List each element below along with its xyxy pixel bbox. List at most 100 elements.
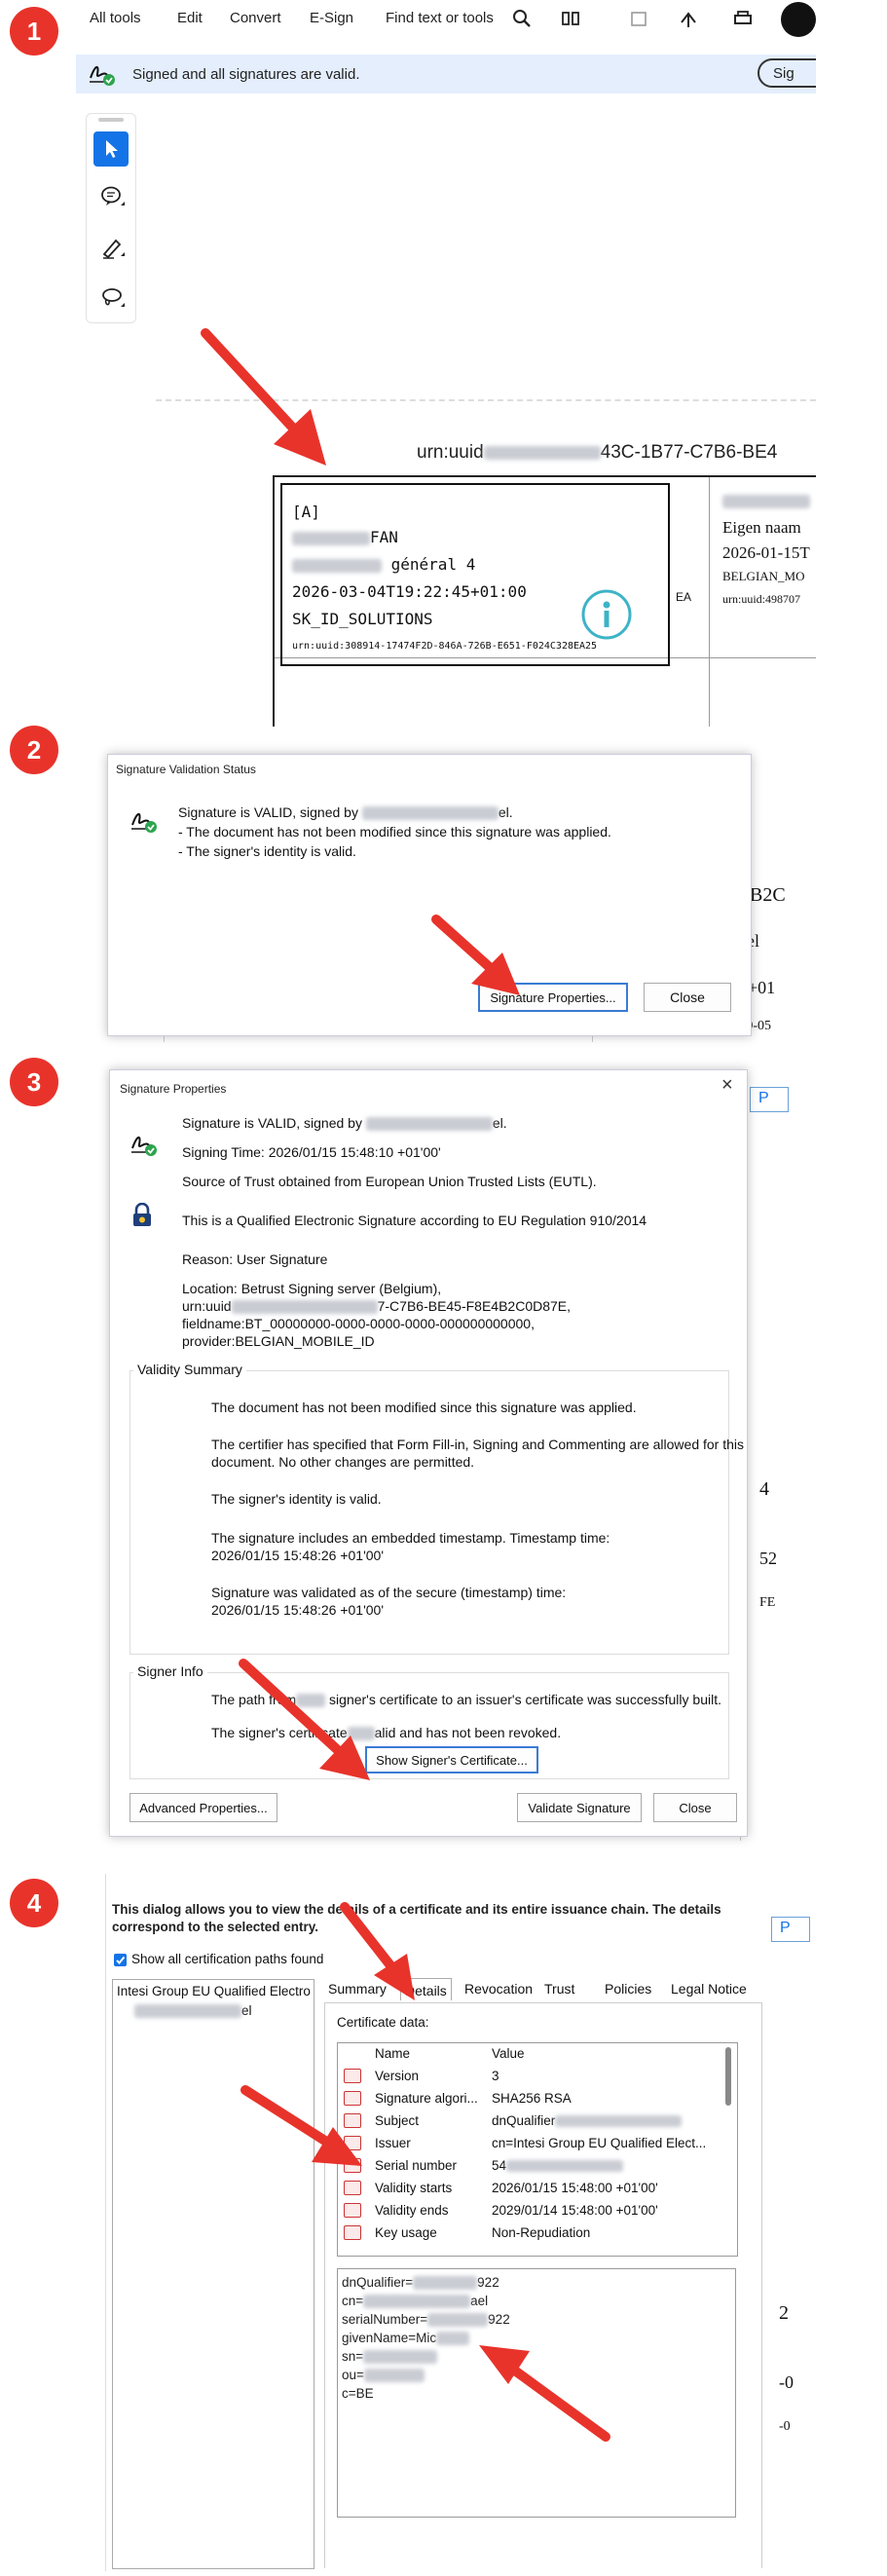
- tab-details[interactable]: Details: [400, 1978, 452, 2000]
- table-row[interactable]: Validity starts 2026/01/15 15:48:00 +01'0…: [338, 2178, 737, 2200]
- col-value-header[interactable]: Value: [492, 2046, 525, 2061]
- tree-child-item[interactable]: el: [134, 2003, 252, 2019]
- table-header: Name Value: [338, 2043, 737, 2066]
- validity-line-2b: document. No other changes are permitted…: [211, 1454, 475, 1470]
- signer-info-title: Signer Info: [133, 1663, 207, 1679]
- check-icon: [116, 1956, 126, 1964]
- search-icon[interactable]: [512, 9, 532, 28]
- menu-edit[interactable]: Edit: [177, 10, 203, 26]
- document-page: urn:uuid 43C-1B77-C7B6-BE4 [A] FAN généra…: [156, 399, 816, 727]
- select-icon: [106, 140, 118, 158]
- avatar[interactable]: [781, 2, 816, 37]
- table-row[interactable]: Version 3: [338, 2066, 737, 2088]
- tab-legal-notice[interactable]: Legal Notice: [671, 1981, 747, 1997]
- validity-line-2a: The certifier has specified that Form Fi…: [211, 1437, 745, 1452]
- detail-givenname: givenName=Mic: [342, 2329, 731, 2347]
- location-urn: urn:uuid 7-C7B6-BE45-F8E4B2C0D87E,: [182, 1298, 572, 1315]
- lock-icon: [133, 1203, 151, 1226]
- validity-line-3: The signer's identity is valid.: [211, 1491, 382, 1507]
- tree-root-item[interactable]: Intesi Group EU Qualified Electro: [117, 1984, 311, 1998]
- share-icon[interactable]: [678, 9, 699, 28]
- drag-handle[interactable]: [98, 118, 124, 122]
- save-icon[interactable]: [629, 10, 648, 27]
- signature-valid-icon: [131, 1137, 157, 1156]
- bg-button: P: [750, 1087, 789, 1112]
- select-tool-button[interactable]: [93, 131, 129, 167]
- signature-valid-icon: [131, 813, 157, 833]
- show-all-paths-checkbox[interactable]: [114, 1954, 127, 1966]
- right-cell-eigen: Eigen naam: [722, 518, 801, 537]
- table-row[interactable]: Issuer cn=Intesi Group EU Qualified Elect…: [338, 2133, 737, 2155]
- table-row[interactable]: Validity ends 2029/01/14 15:48:00 +01'00': [338, 2200, 737, 2222]
- bg-text: 52: [759, 1549, 777, 1568]
- signature-validation-dialog: Signature Validation Status Signature is…: [107, 754, 752, 1036]
- certificate-background: P 2 -0 -0: [765, 1874, 816, 2571]
- sig-ea-text: EA: [676, 590, 692, 604]
- signature-panel-button[interactable]: Sig: [758, 58, 816, 88]
- menu-convert[interactable]: Convert: [230, 10, 281, 26]
- table-scrollbar[interactable]: [725, 2047, 731, 2106]
- step-badge-4: 4: [10, 1879, 58, 1927]
- bg-text: 4: [759, 1478, 769, 1500]
- close-button[interactable]: Close: [653, 1793, 737, 1822]
- sig-datetime: 2026-03-04T19:22:45+01:00: [292, 582, 527, 601]
- table-row[interactable]: Subject dnQualifier: [338, 2110, 737, 2133]
- menu-all-tools[interactable]: All tools: [90, 10, 141, 26]
- show-certificate-button[interactable]: Show Signer's Certificate...: [365, 1746, 538, 1773]
- table-row[interactable]: Signature algori... SHA256 RSA: [338, 2088, 737, 2110]
- table-border-left: [273, 475, 275, 727]
- certificate-tree: Intesi Group EU Qualified Electro el: [112, 1979, 314, 2569]
- validate-signature-button[interactable]: Validate Signature: [517, 1793, 642, 1822]
- valid-status-line: Signature is VALID, signed by el.: [182, 1115, 507, 1132]
- signature-valid-icon: [90, 66, 115, 86]
- certificate-intro: This dialog allows you to view the detai…: [112, 1902, 721, 1934]
- dialog-title: Signature Properties: [120, 1082, 227, 1096]
- field-icon: [344, 2225, 361, 2240]
- print-icon[interactable]: [732, 9, 754, 28]
- sig-line-1: [A]: [292, 503, 320, 521]
- find-tools-text[interactable]: Find text or tools: [386, 10, 494, 26]
- lasso-icon[interactable]: [100, 285, 126, 311]
- step-badge-1: 1: [10, 7, 58, 56]
- tab-summary[interactable]: Summary: [328, 1981, 387, 1997]
- signature-field[interactable]: [A] FAN général 4 2026-03-04T19:22:45+01…: [280, 483, 670, 666]
- bg-text: FE: [759, 1595, 776, 1610]
- signature-banner-text: Signed and all signatures are valid.: [132, 66, 360, 83]
- table-row[interactable]: Serial number 54: [338, 2155, 737, 2178]
- tab-revocation[interactable]: Revocation: [464, 1981, 533, 1997]
- validity-summary-title: Validity Summary: [133, 1362, 246, 1377]
- dialog-title: Signature Validation Status: [116, 763, 256, 776]
- comment-icon[interactable]: [100, 184, 126, 209]
- fieldname-text: fieldname:BT_00000000-0000-0000-0000-000…: [182, 1316, 535, 1331]
- bg-text: -0: [779, 2372, 794, 2392]
- table-column-divider: [709, 477, 710, 727]
- col-name-header[interactable]: Name: [375, 2046, 410, 2061]
- page-view-icon[interactable]: [561, 10, 582, 27]
- field-icon: [344, 2158, 361, 2173]
- menu-e-sign[interactable]: E-Sign: [310, 10, 353, 26]
- step-badge-3: 3: [10, 1058, 58, 1106]
- details-tab-panel: Certificate data: Name Value Version 3 Si…: [324, 2002, 762, 2568]
- table-border-top: [275, 475, 816, 477]
- close-icon[interactable]: ×: [721, 1074, 733, 1097]
- close-button[interactable]: Close: [644, 983, 731, 1012]
- detail-c: c=BE: [342, 2386, 374, 2401]
- signature-banner: Signed and all signatures are valid. Sig: [76, 55, 816, 93]
- tab-policies[interactable]: Policies: [605, 1981, 651, 1997]
- certificate-viewer-dialog: This dialog allows you to view the detai…: [105, 1874, 766, 2571]
- validity-line-4a: The signature includes an embedded times…: [211, 1530, 610, 1546]
- advanced-properties-button[interactable]: Advanced Properties...: [129, 1793, 277, 1822]
- certificate-detail-box[interactable]: dnQualifier= 922 cn= ael serialNumber= 922 …: [337, 2268, 736, 2518]
- top-toolbar: All tools Edit Convert E-Sign Find text …: [76, 0, 816, 43]
- location-text: Location: Betrust Signing server (Belgiu…: [182, 1281, 442, 1296]
- page-divider: [156, 399, 816, 401]
- validity-line-4b: 2026/01/15 15:48:26 +01'00': [211, 1548, 385, 1563]
- table-row[interactable]: Key usage Non-Repudiation: [338, 2222, 737, 2245]
- validity-line-5a: Signature was validated as of the secure…: [211, 1585, 567, 1600]
- tab-trust[interactable]: Trust: [544, 1981, 574, 1997]
- provider-text: provider:BELGIAN_MOBILE_ID: [182, 1333, 375, 1349]
- validity-line-1: The document has not been modified since…: [211, 1400, 637, 1415]
- signature-properties-button[interactable]: Signature Properties...: [478, 983, 628, 1012]
- detail-cn: cn= ael: [342, 2294, 489, 2309]
- draw-icon[interactable]: [100, 235, 126, 260]
